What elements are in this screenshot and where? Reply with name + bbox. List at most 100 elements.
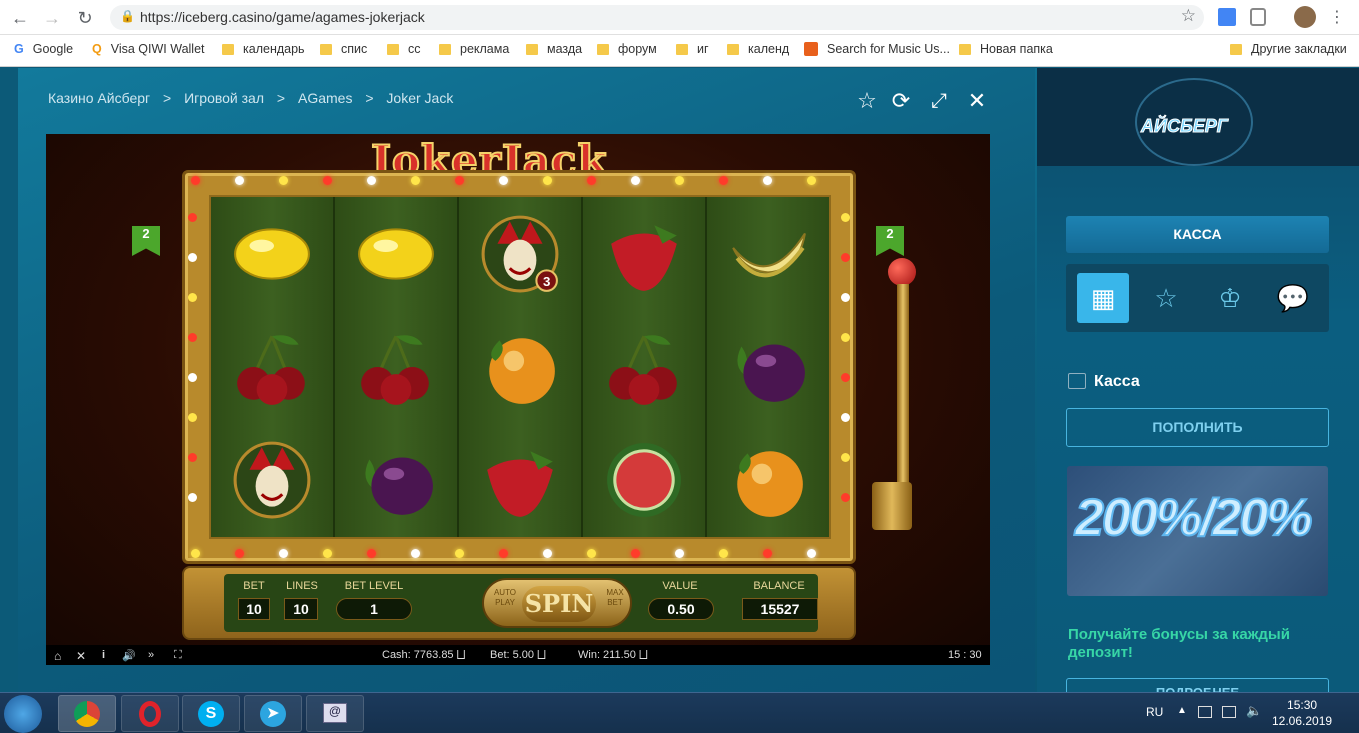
fast-forward-icon[interactable]: » — [148, 649, 154, 661]
menu-kebab-icon[interactable]: ⋮ — [1325, 6, 1349, 30]
value-label: VALUE — [662, 580, 698, 592]
system-clock[interactable]: 15:30 12.06.2019 — [1272, 697, 1332, 729]
bookmark-folder[interactable]: календ — [727, 42, 789, 56]
marquee-bulb — [191, 549, 200, 558]
breadcrumb-separator: > — [163, 90, 172, 106]
crown-icon[interactable]: ♔ — [1204, 273, 1256, 323]
page: Казино Айсберг > Игровой зал > AGames > … — [18, 68, 1359, 708]
favorite-star-icon[interactable]: ☆ — [854, 88, 880, 114]
kassa-button[interactable]: КАССА — [1066, 216, 1329, 253]
game-area: Казино Айсберг > Игровой зал > AGames > … — [18, 68, 1035, 692]
breadcrumb-game-hall[interactable]: Игровой зал — [184, 90, 264, 106]
orange-symbol — [737, 451, 803, 518]
sound-icon[interactable]: 🔊 — [122, 649, 136, 662]
spin-button[interactable]: SPIN — [522, 586, 596, 622]
start-button[interactable] — [4, 695, 42, 733]
bookmark-folder[interactable]: сс — [387, 42, 421, 56]
marquee-bulb — [807, 176, 816, 185]
shield-extension-icon[interactable] — [1250, 8, 1266, 26]
bookmark-folder[interactable]: форум — [597, 42, 657, 56]
marquee-bulb — [188, 493, 197, 502]
breadcrumb: Казино Айсберг > Игровой зал > AGames > … — [48, 90, 462, 106]
folder-icon — [1230, 43, 1242, 55]
reload-icon[interactable]: ↻ — [73, 6, 97, 30]
back-icon[interactable]: ← — [8, 6, 32, 30]
max-bet-button[interactable]: MAX BET — [600, 588, 630, 608]
mail-icon: @ — [323, 703, 347, 723]
breadcrumb-casino[interactable]: Казино Айсберг — [48, 90, 150, 106]
value-stepper[interactable]: 0.50 — [648, 598, 714, 620]
iceberg-logo[interactable]: АЙСБЕРГ — [1135, 78, 1253, 166]
bet-text: Bet: 5.00 ⨆ — [490, 649, 546, 661]
plum-symbol — [365, 457, 433, 516]
skype-icon: S — [198, 701, 224, 727]
settings-icon[interactable]: ✕ — [76, 649, 86, 663]
opera-taskbar-button[interactable] — [121, 695, 179, 732]
auto-play-button[interactable]: AUTO PLAY — [490, 588, 520, 608]
bookmark-folder[interactable]: мазда — [526, 42, 582, 56]
network-icon[interactable] — [1198, 706, 1212, 718]
strawberry-symbol — [611, 224, 677, 291]
bookmark-folder[interactable]: календарь — [222, 42, 305, 56]
bookmark-folder[interactable]: спис — [320, 42, 367, 56]
marquee-bulb — [499, 549, 508, 558]
spin-control: AUTO PLAY SPIN MAX BET — [482, 578, 632, 628]
marquee-bulb — [587, 176, 596, 185]
cherries-symbol — [361, 335, 429, 405]
marquee-bulb — [188, 253, 197, 262]
translate-icon[interactable] — [1218, 8, 1236, 26]
marquee-bulb — [323, 549, 332, 558]
bet-level-stepper[interactable]: 1 — [336, 598, 412, 620]
bookmark-star-icon[interactable]: ☆ — [1181, 6, 1196, 26]
folder-icon — [676, 43, 688, 55]
bookmark-google[interactable]: G Google — [14, 42, 73, 56]
close-icon[interactable]: ✕ — [964, 88, 990, 114]
bookmark-folder[interactable]: Новая папка — [959, 42, 1053, 56]
bookmark-qiwi[interactable]: Q Visa QIWI Wallet — [92, 42, 205, 56]
telegram-taskbar-button[interactable]: ➤ — [244, 695, 302, 732]
lever-base — [872, 482, 912, 530]
topup-button[interactable]: ПОПОЛНИТЬ — [1066, 408, 1329, 447]
bonus-text: Получайте бонусы за каждый депозит! — [1068, 626, 1290, 661]
home-icon[interactable]: ⌂ — [54, 649, 61, 663]
breadcrumb-agames[interactable]: AGames — [298, 90, 352, 106]
folder-icon — [222, 43, 234, 55]
marquee-bulb — [631, 176, 640, 185]
language-indicator[interactable]: RU — [1146, 705, 1163, 719]
info-icon[interactable]: i — [102, 649, 105, 661]
bookmarks-bar: G Google Q Visa QIWI Wallet календарь спис… — [0, 35, 1359, 67]
lever-arm — [897, 284, 909, 484]
star-icon[interactable]: ☆ — [1140, 273, 1192, 323]
chrome-taskbar-button[interactable] — [58, 695, 116, 732]
refresh-icon[interactable]: ⟳ — [888, 88, 914, 114]
volume-icon[interactable]: 🔈 — [1246, 703, 1262, 719]
slot-game-canvas[interactable]: JokerJack 2 2 3 BET 10 LINES 10 BET LEVE… — [46, 134, 990, 665]
action-center-icon[interactable] — [1222, 706, 1236, 718]
fullscreen-small-icon[interactable]: ⛶ — [174, 649, 182, 662]
marquee-bulb — [499, 176, 508, 185]
bookmark-folder[interactable]: иг — [676, 42, 709, 56]
forward-icon[interactable]: → — [40, 6, 64, 30]
bookmark-music[interactable]: Search for Music Us... — [804, 42, 950, 56]
browser-toolbar: ← → ↻ 🔒 https://iceberg.casino/game/agam… — [0, 0, 1359, 35]
promo-banner[interactable]: 200%/20% — [1067, 466, 1328, 596]
bookmark-other[interactable]: Другие закладки — [1230, 42, 1347, 56]
fullscreen-icon[interactable]: ⤢ — [926, 88, 952, 114]
game-status-bar: ⌂ ✕ i 🔊 » ⛶ Cash: 7763.85 ⨆ Bet: 5.00 ⨆ … — [46, 645, 990, 665]
tray-expand-icon[interactable]: ▲ — [1177, 705, 1187, 716]
address-bar[interactable]: 🔒 https://iceberg.casino/game/agames-jok… — [110, 5, 1204, 30]
lever-knob[interactable] — [888, 258, 916, 286]
marquee-bulb — [411, 176, 420, 185]
mail-taskbar-button[interactable]: @ — [306, 695, 364, 732]
cash-register-icon[interactable]: ▦ — [1077, 273, 1129, 323]
folder-icon — [727, 43, 739, 55]
promo-text: 200%/20% — [1074, 488, 1314, 548]
marquee-bulb — [841, 373, 850, 382]
skype-taskbar-button[interactable]: S — [182, 695, 240, 732]
folder-icon — [439, 43, 451, 55]
reel-frame: 3 — [182, 170, 856, 564]
profile-avatar[interactable] — [1294, 6, 1316, 28]
bookmark-folder[interactable]: реклама — [439, 42, 509, 56]
chat-icon[interactable]: 💬 — [1267, 273, 1319, 323]
control-panel: BET 10 LINES 10 BET LEVEL 1 AUTO PLAY SP… — [182, 566, 856, 640]
